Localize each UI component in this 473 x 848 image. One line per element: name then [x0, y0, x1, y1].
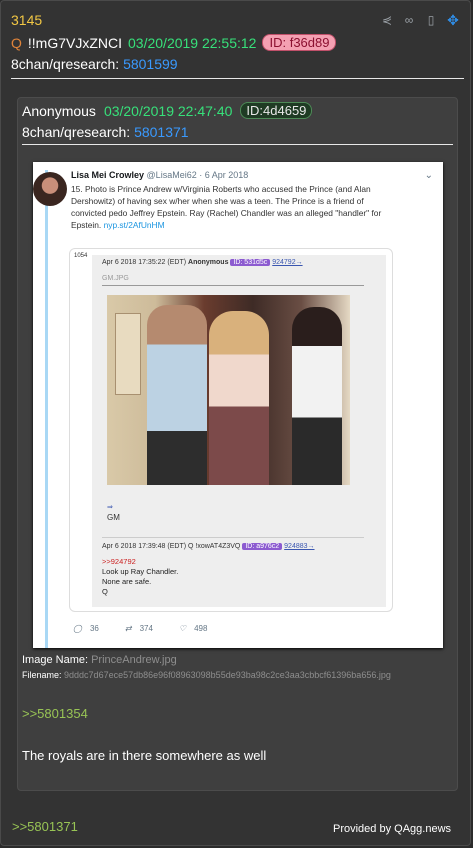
reply-action[interactable]: ◯ 36: [73, 624, 99, 633]
reply-count: 36: [89, 624, 99, 633]
quoted-post: Anonymous 03/20/2019 22:47:40 ID:4d4659 …: [17, 97, 458, 791]
embedded-panel: Apr 6 2018 17:35:22 (EDT) Anonymous ID: …: [92, 255, 386, 607]
tweet-actions: ◯ 36 ⇄ 374 ♡ 498: [73, 624, 207, 633]
quoted-post-header: Anonymous 03/20/2019 22:47:40 ID:4d4659: [22, 102, 313, 119]
filename-row: Filename: 9dddc7d67ece57db86e96f08963098…: [22, 670, 391, 680]
embedded-body: >>924792 Look up Ray Chandler. None are …: [102, 557, 178, 597]
photo-figure-center: [209, 311, 269, 485]
divider: [11, 78, 464, 79]
retweet-icon: ⇄: [124, 624, 132, 633]
tweet-handle: @LisaMei62 · 6 Apr 2018: [146, 170, 249, 180]
provided-by: Provided by QAgg.news: [333, 823, 452, 835]
tweet-name: Lisa Mei Crowley: [71, 170, 145, 180]
embedded-reply-ref: >>924792: [102, 557, 136, 566]
post-header: Q !!mG7VJxZNCI 03/20/2019 22:55:12 ID: f…: [11, 34, 337, 51]
tweet-text: 15. Photo is Prince Andrew w/Virginia Ro…: [71, 183, 393, 231]
board-name: 8chan/qresearch:: [11, 56, 120, 72]
document-icon[interactable]: ▯: [424, 13, 438, 27]
quoted-id-badge: ID:4d4659: [240, 102, 313, 119]
tweet-screenshot[interactable]: Lisa Mei Crowley @LisaMei62 · 6 Apr 2018…: [33, 162, 443, 648]
embedded-id-2: ID: a976c2: [242, 543, 283, 550]
q-mark: Q: [11, 34, 22, 51]
image-name-row: Image Name: PrinceAndrew.jpg: [22, 654, 177, 666]
embedded-line-3: Q: [102, 587, 108, 596]
post-date: 03/20/2019 22:55:12: [128, 34, 257, 51]
post-id-badge: ID: f36d89: [262, 34, 337, 51]
post-toolbar: ⋞ ∞ ▯ ✥: [380, 13, 460, 27]
quoted-board-line: 8chan/qresearch: 5801371: [22, 124, 189, 140]
glasses-icon[interactable]: ∞: [402, 13, 416, 27]
quoted-date: 03/20/2019 22:47:40: [103, 102, 233, 119]
footer-reply-link[interactable]: >>5801371: [12, 819, 78, 834]
tweet-author: Lisa Mei Crowley @LisaMei62 · 6 Apr 2018: [71, 170, 248, 180]
chevron-down-icon: ⌄: [424, 170, 433, 181]
embedded-num: 1054: [74, 253, 88, 259]
retweet-count: 374: [139, 624, 153, 633]
embedded-header-1: Apr 6 2018 17:35:22 (EDT) Anonymous ID: …: [102, 259, 303, 266]
post-number: 3145: [11, 12, 43, 28]
photo-image: [107, 295, 350, 485]
image-name-label: Image Name:: [22, 654, 89, 666]
quoted-post-link[interactable]: 5801371: [134, 124, 189, 140]
retweet-action[interactable]: ⇄ 374: [125, 624, 153, 633]
thread-line: [45, 170, 48, 648]
photo-door: [115, 313, 141, 395]
tripcode: !!mG7VJxZNCI: [27, 34, 123, 51]
embedded-line-1: Look up Ray Chandler.: [102, 567, 179, 576]
post-card: 3145 ⋞ ∞ ▯ ✥ Q !!mG7VJxZNCI 03/20/2019 2…: [0, 0, 471, 846]
quoted-divider: [22, 144, 453, 145]
embedded-gm: GM: [107, 513, 120, 522]
filename-label: Filename:: [22, 670, 62, 680]
embedded-ref-2: 924883→: [284, 543, 315, 550]
move-icon[interactable]: ✥: [446, 13, 460, 27]
reply-icon: ◯: [73, 624, 82, 633]
avatar: [33, 172, 67, 206]
share-icon[interactable]: ⋞: [380, 13, 394, 27]
quoted-message: The royals are in there somewhere as wel…: [22, 748, 267, 763]
embedded-divider-2: [102, 537, 364, 538]
image-name: PrinceAndrew.jpg: [91, 654, 177, 666]
embedded-header-2-text: Apr 6 2018 17:39:48 (EDT) Q !xowAT4Z3VQ: [102, 543, 241, 550]
reply-link[interactable]: >>5801354: [22, 706, 88, 721]
like-count: 498: [194, 624, 208, 633]
embedded-post: 1054 Apr 6 2018 17:35:22 (EDT) Anonymous…: [69, 248, 393, 612]
embedded-date-1: Apr 6 2018 17:35:22 (EDT): [102, 259, 187, 266]
tweet-link: nyp.st/2AfUnHM: [103, 220, 165, 230]
quoted-author: Anonymous: [22, 102, 96, 119]
embedded-line-2: None are safe.: [102, 577, 152, 586]
filename: 9dddc7d67ece57db86e96f08963098b55de93ba9…: [64, 670, 391, 680]
like-action[interactable]: ♡ 498: [179, 624, 208, 633]
embedded-ref-1: 924792→: [272, 259, 303, 266]
embedded-divider: [102, 285, 364, 286]
post-link[interactable]: 5801599: [123, 56, 178, 72]
embedded-file: GM.JPG: [102, 275, 129, 282]
heart-icon: ♡: [178, 624, 187, 633]
board-line: 8chan/qresearch: 5801599: [11, 56, 178, 72]
arrow-icon: ⇒: [107, 504, 113, 511]
quoted-board-name: 8chan/qresearch:: [22, 124, 131, 140]
embedded-author-1: Anonymous: [188, 259, 229, 266]
embedded-header-2: Apr 6 2018 17:39:48 (EDT) Q !xowAT4Z3VQ …: [102, 543, 315, 550]
photo-figure-left: [147, 305, 207, 485]
embedded-id-1: ID: 531d5c: [230, 259, 271, 266]
photo-figure-right: [292, 307, 342, 485]
